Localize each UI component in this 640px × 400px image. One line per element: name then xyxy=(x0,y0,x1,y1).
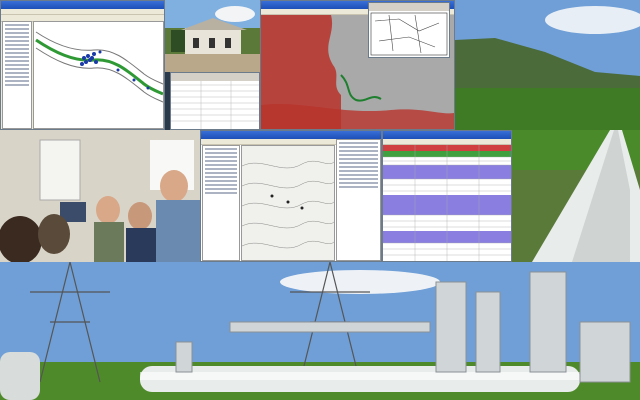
route-map-graphic xyxy=(35,31,163,103)
terrain-map-app xyxy=(260,0,455,130)
pipeline-station-photo xyxy=(0,262,640,400)
hill-landscape-photo xyxy=(455,0,640,130)
topographic-map-graphic xyxy=(242,146,334,260)
attribute-table-grid xyxy=(171,81,259,129)
data-table-app xyxy=(382,130,512,262)
window-title-bar[interactable] xyxy=(1,1,164,9)
layer-tree-panel[interactable] xyxy=(2,21,32,129)
data-table-grid xyxy=(383,145,511,261)
pipeline-field-photo xyxy=(512,130,640,262)
window-title-bar[interactable] xyxy=(201,131,381,139)
map-canvas[interactable] xyxy=(33,21,164,129)
topographic-map-app xyxy=(200,130,382,262)
gis-desktop-map-app xyxy=(0,0,165,130)
site-building-photo xyxy=(165,0,260,72)
legend-panel[interactable] xyxy=(336,139,381,261)
inset-map-window[interactable] xyxy=(368,2,450,58)
attribute-table-window[interactable] xyxy=(170,72,260,130)
layer-tree-panel[interactable] xyxy=(202,145,240,261)
map-canvas[interactable] xyxy=(241,145,335,261)
inset-map-graphic xyxy=(370,12,448,56)
office-team-photo xyxy=(0,130,200,262)
window-title-bar[interactable] xyxy=(383,131,511,139)
